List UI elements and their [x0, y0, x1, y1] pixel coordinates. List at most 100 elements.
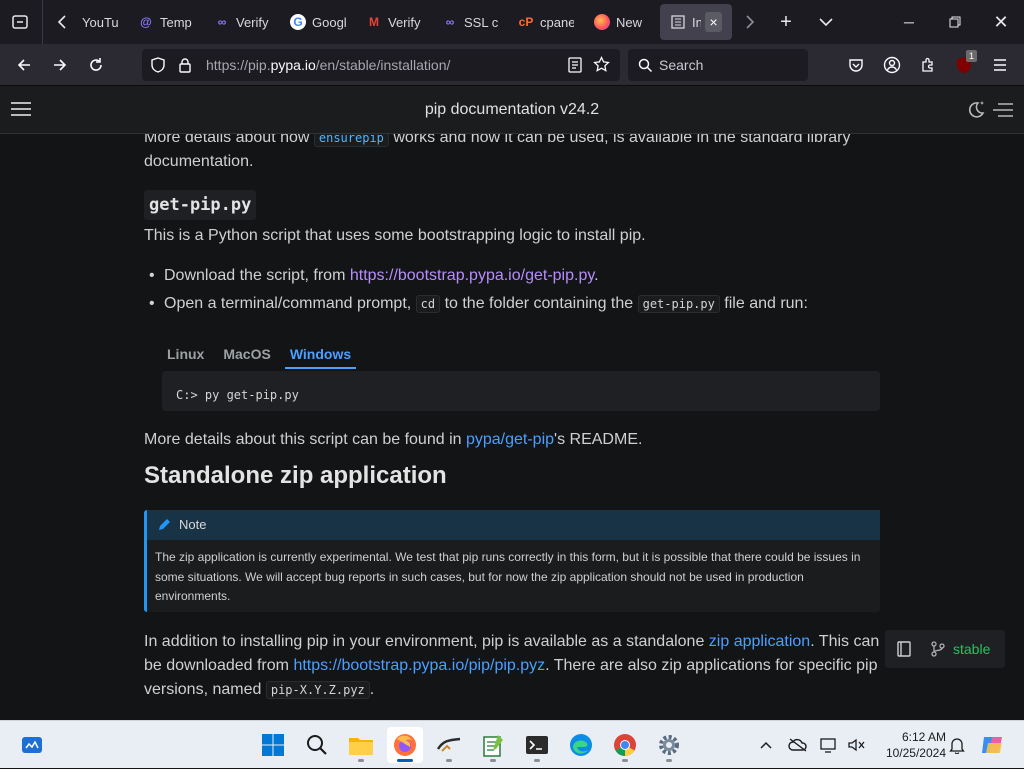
- bookmark-star-icon[interactable]: [593, 55, 610, 76]
- ublock-extension-icon[interactable]: 1: [946, 49, 982, 81]
- note-body: The zip application is currently experim…: [155, 550, 861, 603]
- zip-text: In addition to installing pip in your en…: [144, 633, 709, 650]
- browser-tab-strip: YouTu @ Temp ∞ Verify G Googl M Verify ∞…: [0, 0, 1024, 44]
- url-bar[interactable]: https://pip.pypa.io/en/stable/installati…: [142, 49, 620, 81]
- get-pip-repo-link[interactable]: pypa/get-pip: [466, 431, 554, 448]
- note-admonition: Note The zip application is currently ex…: [144, 510, 880, 612]
- infinity-icon: ∞: [217, 15, 227, 29]
- tracking-protection-shield-icon[interactable]: [150, 57, 168, 73]
- chrome-icon[interactable]: [607, 727, 643, 763]
- list-item: Open a terminal/command prompt, cd to th…: [144, 290, 884, 318]
- browser-tab[interactable]: M Verify: [356, 4, 432, 40]
- browser-tab[interactable]: cP cpane: [508, 4, 584, 40]
- back-icon[interactable]: [6, 49, 42, 81]
- reload-icon[interactable]: [78, 49, 114, 81]
- zip-application-link[interactable]: zip application: [709, 633, 810, 650]
- search-icon: [638, 58, 653, 73]
- minimize-window-icon[interactable]: ─: [886, 0, 932, 44]
- volume-muted-icon[interactable]: [844, 721, 868, 769]
- tab-list-icon[interactable]: [2, 4, 38, 40]
- pocket-icon[interactable]: [838, 49, 874, 81]
- tab-macos[interactable]: MacOS: [218, 339, 270, 369]
- copilot-icon[interactable]: [978, 721, 1008, 769]
- browser-tab[interactable]: YouTu: [72, 4, 128, 40]
- close-tab-icon[interactable]: ×: [705, 12, 722, 32]
- bullet-text: to the folder containing the: [440, 295, 638, 312]
- extension-badge: 1: [965, 50, 977, 62]
- firefox-icon[interactable]: [387, 727, 423, 763]
- browser-nav-bar: https://pip.pypa.io/en/stable/installati…: [0, 44, 1024, 86]
- account-icon[interactable]: [874, 49, 910, 81]
- search-placeholder: Search: [659, 57, 704, 73]
- url-scheme: https://pip.: [206, 57, 271, 73]
- tab-title: In: [692, 14, 702, 30]
- system-clock[interactable]: 6:12 AM 10/25/2024: [874, 729, 946, 761]
- search-bar[interactable]: Search: [628, 49, 808, 81]
- browser-tab[interactable]: New T: [584, 4, 654, 40]
- tab-title: Verify: [236, 14, 269, 30]
- cd-code: cd: [415, 295, 441, 313]
- terminal-icon[interactable]: [519, 727, 555, 763]
- running-indicator: [666, 759, 672, 762]
- restore-window-icon[interactable]: [932, 0, 978, 44]
- running-indicator: [397, 759, 413, 762]
- toc-toggle-icon[interactable]: [992, 101, 1014, 119]
- tab-title: SSL ce: [464, 14, 498, 30]
- windows-taskbar: 6:12 AM 10/25/2024: [0, 720, 1024, 768]
- sidebar-menu-icon[interactable]: [10, 100, 32, 123]
- forward-icon[interactable]: [42, 49, 78, 81]
- new-tab-icon[interactable]: +: [768, 4, 804, 40]
- lock-icon[interactable]: [178, 57, 194, 73]
- browser-tab[interactable]: @ Temp: [128, 4, 204, 40]
- tab-title: Temp: [160, 14, 192, 30]
- zip-paragraph: In addition to installing pip in your en…: [144, 630, 884, 702]
- command-code-block[interactable]: C:> py get-pip.py: [162, 371, 880, 411]
- file-explorer-icon[interactable]: [343, 727, 379, 763]
- pencil-icon: [157, 518, 171, 532]
- url-text: https://pip.pypa.io/en/stable/installati…: [206, 57, 450, 73]
- onedrive-offline-icon[interactable]: [786, 721, 810, 769]
- show-hidden-icons-chevron-icon[interactable]: [754, 721, 778, 769]
- widgets-icon[interactable]: [14, 727, 50, 763]
- pip-pyz-link[interactable]: https://bootstrap.pypa.io/pip/pip.pyz: [293, 657, 545, 674]
- tab-title: cpane: [540, 14, 574, 30]
- browser-tab[interactable]: G Googl: [280, 4, 356, 40]
- os-tabs-container: Linux MacOS Windows C:> py get-pip.py: [144, 339, 884, 419]
- network-icon[interactable]: [818, 721, 842, 769]
- pip-version-code: pip-X.Y.Z.pyz: [265, 681, 370, 699]
- app-menu-icon[interactable]: [982, 49, 1018, 81]
- extensions-icon[interactable]: [910, 49, 946, 81]
- theme-toggle-icon[interactable]: [964, 98, 988, 122]
- note-title: Note: [179, 517, 207, 532]
- tab-title: Verify: [388, 14, 421, 30]
- scroll-tabs-right-icon[interactable]: [732, 4, 768, 40]
- edge-icon[interactable]: [563, 727, 599, 763]
- clock-time: 6:12 AM: [901, 730, 946, 744]
- site-title[interactable]: pip documentation v24.2: [425, 101, 599, 119]
- browser-tab[interactable]: ∞ Verify: [204, 4, 280, 40]
- snipping-icon[interactable]: [431, 727, 467, 763]
- browser-tab[interactable]: ∞ SSL ce: [432, 4, 508, 40]
- google-icon: G: [290, 14, 306, 30]
- list-all-tabs-icon[interactable]: [808, 4, 844, 40]
- bullet-text: Download the script, from: [164, 267, 350, 284]
- get-pip-link[interactable]: https://bootstrap.pypa.io/get-pip.py: [350, 267, 594, 284]
- browser-tab-active[interactable]: In ×: [660, 4, 732, 40]
- running-indicator: [622, 759, 628, 762]
- notepad-plus-icon[interactable]: [475, 727, 511, 763]
- heading-get-pip: get-pip.py: [144, 190, 257, 220]
- get-pip-description: This is a Python script that uses some b…: [144, 227, 646, 244]
- settings-icon[interactable]: [651, 727, 687, 763]
- tab-windows[interactable]: Windows: [284, 339, 357, 369]
- url-host: pypa.io: [270, 57, 316, 73]
- close-window-icon[interactable]: ✕: [978, 0, 1024, 44]
- tab-linux[interactable]: Linux: [162, 339, 204, 369]
- search-icon[interactable]: [299, 727, 335, 763]
- tab-title: YouTu: [82, 14, 118, 30]
- notifications-bell-icon[interactable]: [946, 721, 968, 769]
- start-icon[interactable]: [255, 727, 291, 763]
- version-switcher[interactable]: stable: [885, 630, 1005, 668]
- get-pip-code: get-pip.py: [637, 295, 720, 313]
- more-details-paragraph: More details about this script can be fo…: [144, 428, 884, 452]
- reader-view-icon[interactable]: [568, 57, 582, 76]
